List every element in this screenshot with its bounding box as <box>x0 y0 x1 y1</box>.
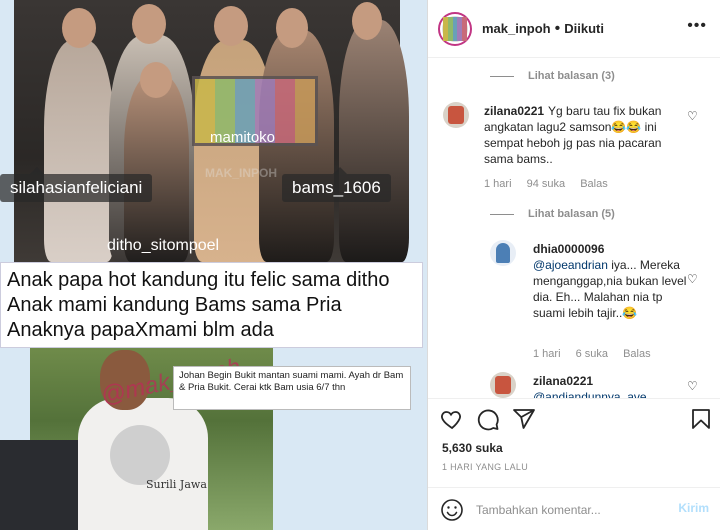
view-replies-label: Lihat balasan (3) <box>528 70 615 82</box>
avatar[interactable] <box>438 11 472 46</box>
comment-likes[interactable]: 94 suka <box>527 178 566 190</box>
like-comment-heart-icon[interactable]: ♡ <box>687 272 698 286</box>
reply-button[interactable]: Balas <box>623 348 651 360</box>
share-icon[interactable] <box>512 407 540 435</box>
person-head <box>132 4 166 44</box>
comment-likes[interactable]: 6 suka <box>576 348 608 360</box>
comment-time[interactable]: 1 hari <box>484 178 512 190</box>
person-head <box>276 8 308 48</box>
view-replies-label: Lihat balasan (5) <box>528 208 615 220</box>
mention-link[interactable]: @andiandunnya_ave <box>533 390 647 398</box>
caption-line: Anak mami kandung Bams sama Pria <box>7 294 342 316</box>
comments-list: Lihat balasan (3) zilana0221 Yg baru tau … <box>428 58 720 398</box>
shirt-text: Surili Jawa <box>146 478 207 491</box>
following-button[interactable]: Diikuti <box>564 21 604 36</box>
separator-dot: • <box>554 19 561 37</box>
caption-line: Anak papa hot kandung itu felic sama dit… <box>7 269 390 291</box>
tag-pointer <box>30 167 44 174</box>
avatar[interactable] <box>490 372 516 398</box>
person-figure <box>44 40 114 262</box>
car-shape <box>0 440 90 530</box>
post-actions: 5,630 suka 1 HARI YANG LALU Kirim <box>428 398 720 530</box>
user-tag[interactable]: silahasianfeliciani <box>0 174 153 202</box>
more-horizontal-icon[interactable]: ••• <box>687 17 707 35</box>
comment-meta: 1 hari 6 suka Balas <box>533 348 663 360</box>
post-image[interactable]: MAK_INPOH mamitoko silahasianfeliciani b… <box>0 0 427 530</box>
person-figure <box>339 20 409 262</box>
person-head <box>352 2 382 40</box>
avatar[interactable] <box>443 102 469 128</box>
emoji-icon[interactable] <box>440 498 468 526</box>
image-watermark: MAK_INPOH <box>205 166 278 180</box>
avatar[interactable] <box>490 240 516 266</box>
person-head <box>214 6 248 46</box>
comment-meta: 1 hari 94 suka Balas <box>484 178 620 190</box>
header-username[interactable]: mak_inpoh <box>482 21 551 36</box>
shirt-print <box>110 425 170 485</box>
tv-avatar-icon <box>442 15 468 42</box>
view-replies-button[interactable]: Lihat balasan (3) <box>490 70 615 82</box>
reply-button[interactable]: Balas <box>580 178 608 190</box>
comment-username[interactable]: zilana0221 <box>484 104 544 118</box>
caption-line: Anaknya papaXmami blm ada <box>7 319 274 341</box>
comment: dhia0000096 @ajoeandrian iya... Mereka m… <box>533 241 693 321</box>
like-comment-heart-icon[interactable]: ♡ <box>687 109 698 123</box>
likes-count[interactable]: 5,630 suka <box>442 441 503 455</box>
user-tag[interactable]: mamitoko <box>200 125 285 150</box>
image-caption-box: Anak papa hot kandung itu felic sama dit… <box>0 262 423 348</box>
user-tag[interactable]: ditho_sitompoel <box>97 233 229 259</box>
post-date[interactable]: 1 HARI YANG LALU <box>442 462 528 472</box>
user-tag[interactable]: bams_1606 <box>282 174 391 202</box>
post-header: mak_inpoh • Diikuti ••• <box>428 0 720 58</box>
replies-line <box>490 75 514 77</box>
like-comment-heart-icon[interactable]: ♡ <box>687 379 698 393</box>
person-head <box>140 62 172 98</box>
comment-username[interactable]: dhia0000096 <box>533 242 604 256</box>
person-head <box>62 8 96 48</box>
post-comment-button[interactable]: Kirim <box>678 501 709 515</box>
comment-username[interactable]: zilana0221 <box>533 374 593 388</box>
add-comment-bar: Kirim <box>428 487 720 530</box>
mention-link[interactable]: @ajoeandrian <box>533 258 608 272</box>
comment: zilana0221 @andiandunnya_ave <box>533 373 693 398</box>
note-box: Johan Begin Bukit mantan suami mami. Aya… <box>173 366 411 410</box>
tag-pointer <box>333 167 347 174</box>
comment-icon[interactable] <box>476 407 504 435</box>
bookmark-icon[interactable] <box>689 407 717 435</box>
view-replies-button[interactable]: Lihat balasan (5) <box>490 208 615 220</box>
comment: zilana0221 Yg baru tau fix bukan angkatan… <box>484 103 684 167</box>
replies-line <box>490 213 514 215</box>
add-comment-input[interactable] <box>476 501 666 519</box>
post-sidebar: mak_inpoh • Diikuti ••• Lihat balasan (3… <box>427 0 720 530</box>
heart-icon[interactable] <box>440 407 468 435</box>
comment-time[interactable]: 1 hari <box>533 348 561 360</box>
